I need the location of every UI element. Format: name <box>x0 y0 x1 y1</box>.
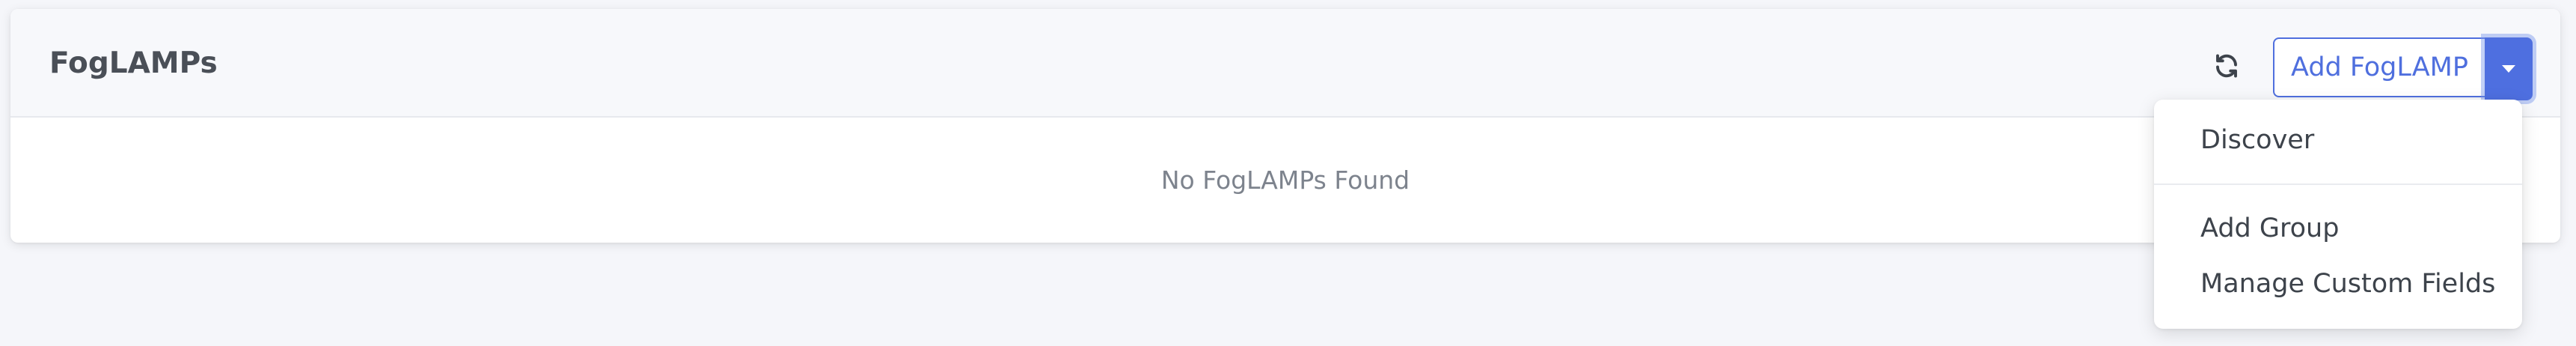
menu-item-add-group[interactable]: Add Group <box>2200 212 2339 245</box>
refresh-icon <box>2216 54 2237 78</box>
page-title: FogLAMPs <box>49 46 218 80</box>
add-foglamp-dropdown-toggle[interactable] <box>2484 37 2533 100</box>
add-foglamp-dropdown-menu: Discover Add Group Manage Custom Fields <box>2154 100 2522 329</box>
menu-divider <box>2154 183 2522 185</box>
empty-state-message: No FogLAMPs Found <box>1160 166 1410 195</box>
add-foglamp-button-group: Add FogLAMP <box>2273 37 2533 100</box>
menu-item-discover[interactable]: Discover <box>2200 124 2314 157</box>
refresh-button[interactable] <box>2210 49 2243 82</box>
add-foglamp-button[interactable]: Add FogLAMP <box>2273 37 2485 97</box>
menu-item-manage-custom-fields[interactable]: Manage Custom Fields <box>2200 267 2495 300</box>
caret-down-icon <box>2501 65 2515 73</box>
